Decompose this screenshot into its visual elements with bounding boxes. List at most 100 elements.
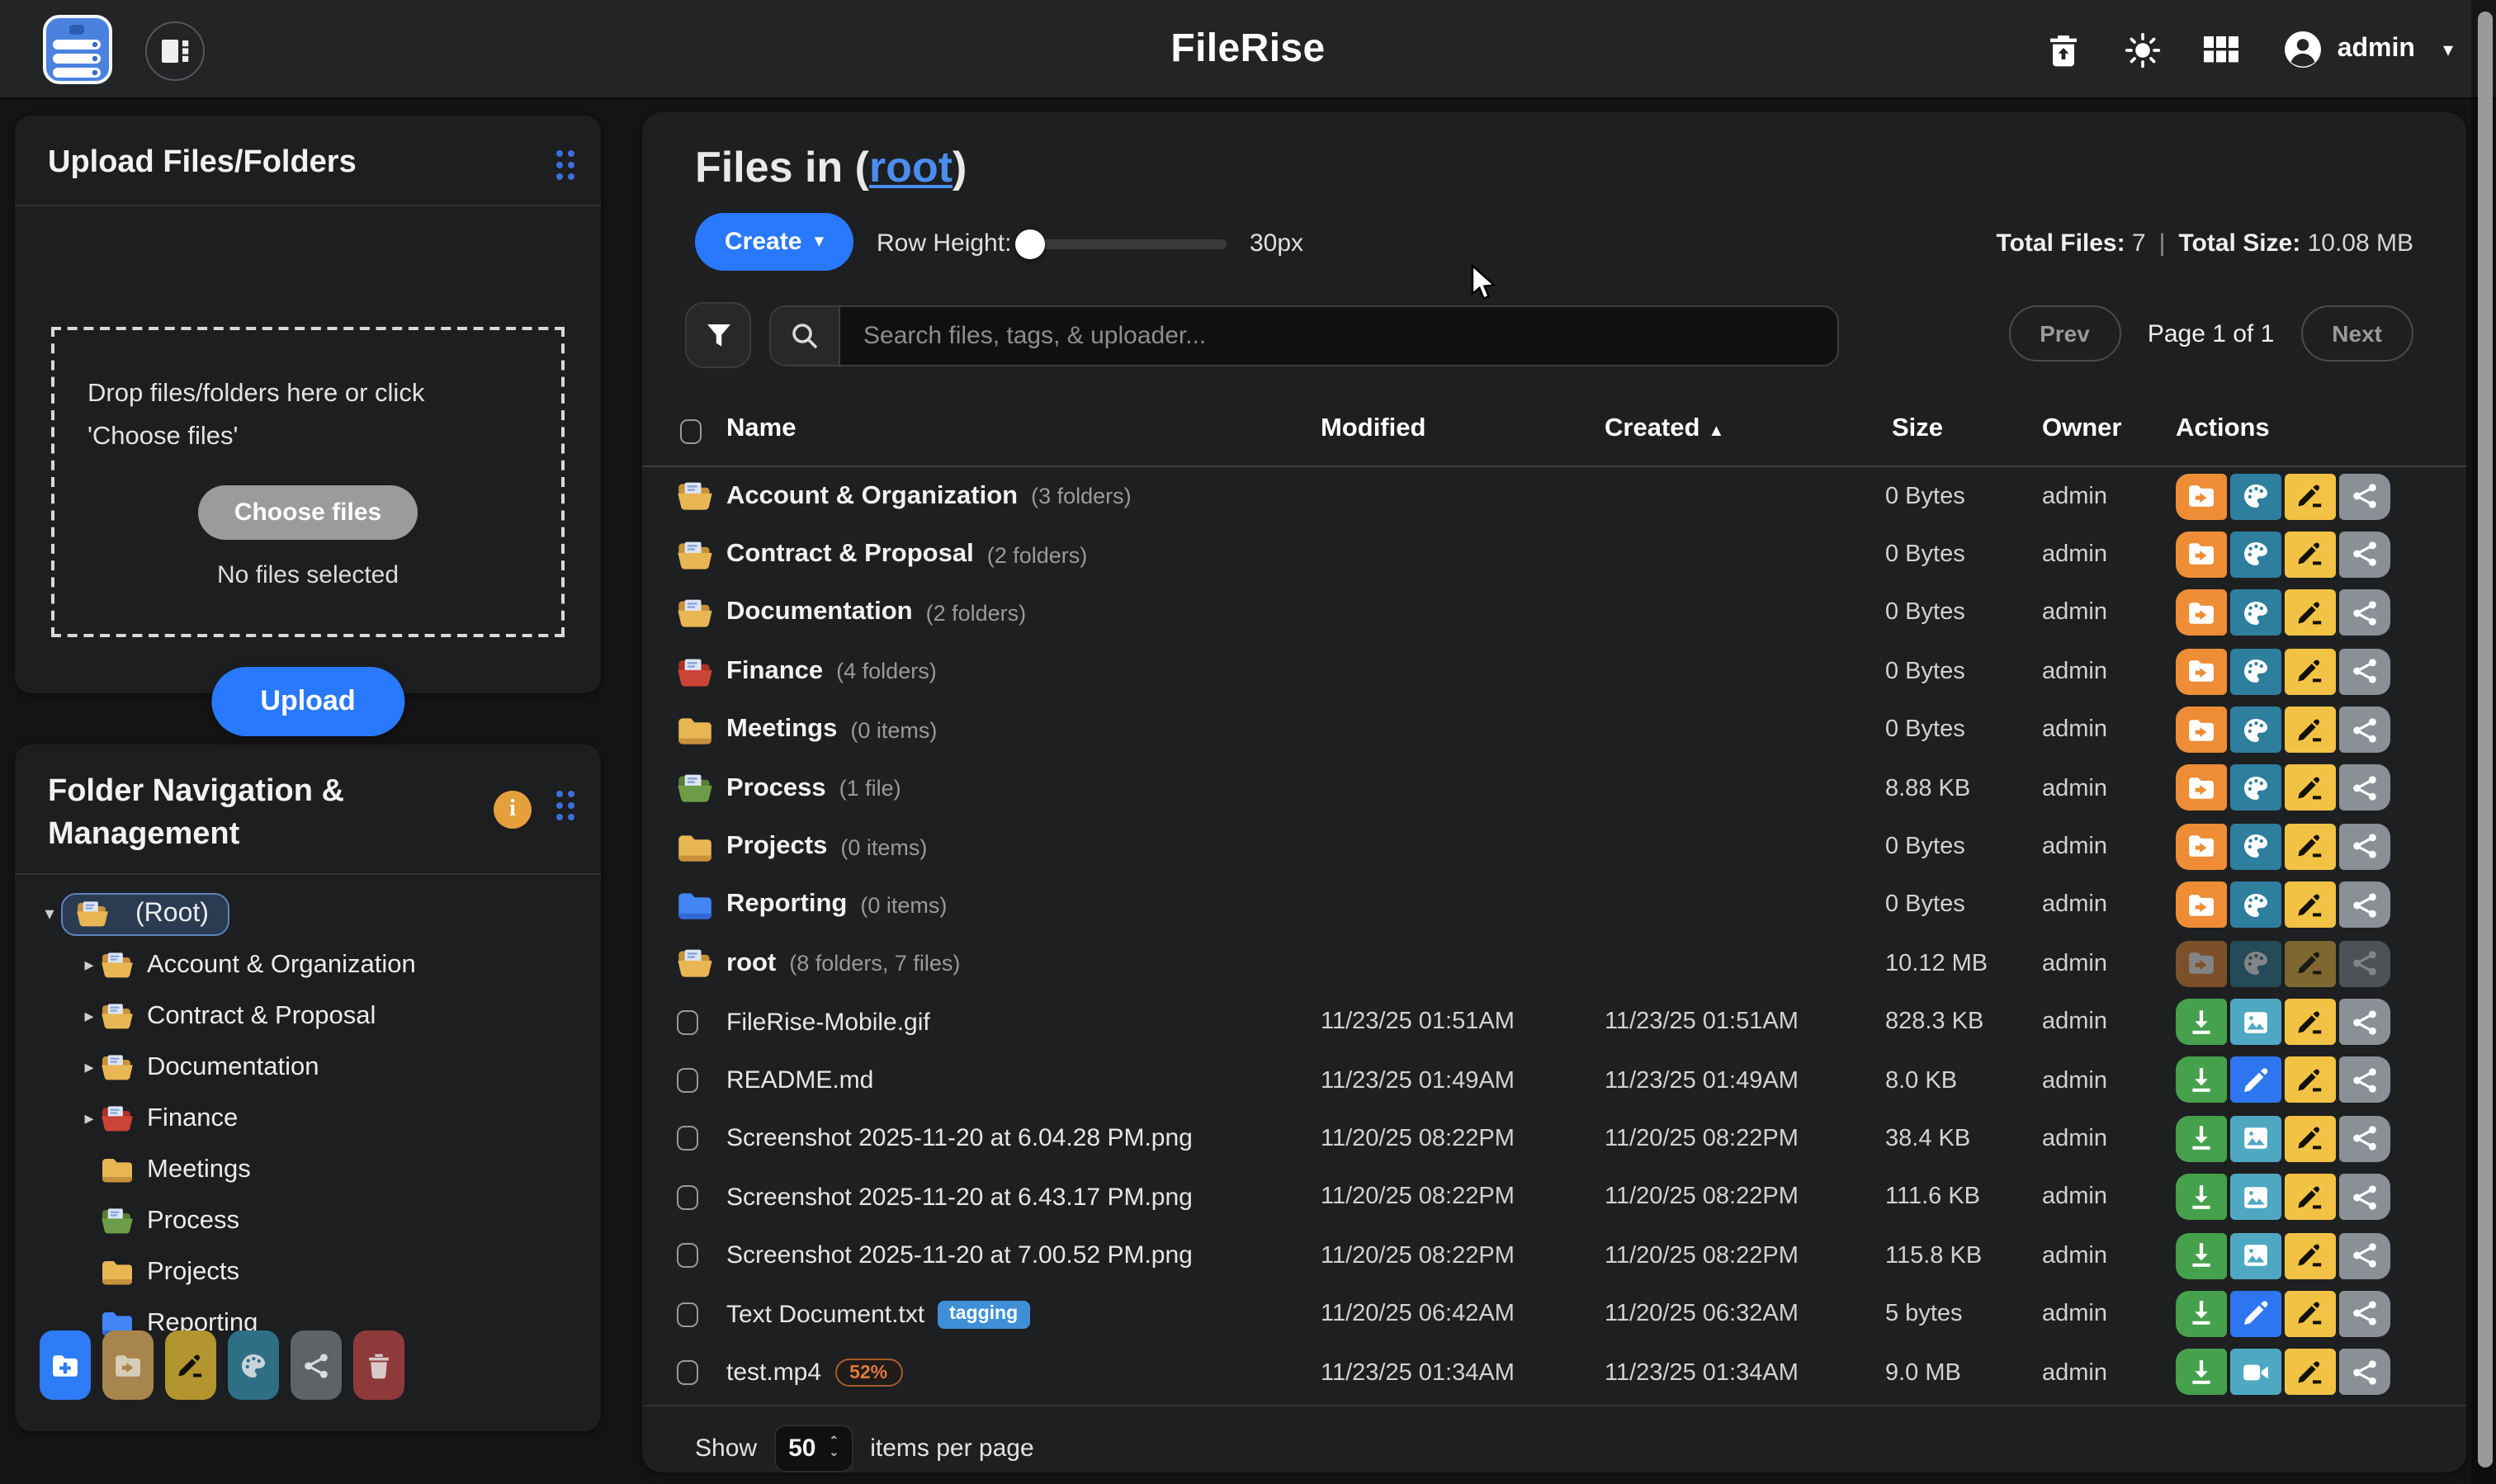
file-name[interactable]: Projects — [726, 832, 827, 862]
share-button[interactable] — [2339, 473, 2390, 519]
info-icon[interactable]: i — [494, 791, 532, 829]
share-button[interactable] — [2339, 1057, 2390, 1104]
rename-button[interactable] — [2285, 1291, 2336, 1337]
share-button[interactable] — [2339, 765, 2390, 811]
rename-button[interactable] — [2285, 824, 2336, 870]
download-button[interactable] — [2176, 999, 2227, 1045]
folder-move-button[interactable] — [2176, 707, 2227, 753]
row-checkbox[interactable] — [677, 1009, 698, 1034]
share-button[interactable] — [2339, 1116, 2390, 1162]
file-name[interactable]: FileRise-Mobile.gif — [726, 1008, 930, 1036]
row-checkbox[interactable] — [677, 1302, 698, 1326]
tree-item-contract-proposal[interactable]: ▸Contract & Proposal — [38, 990, 584, 1042]
column-header-owner[interactable]: Owner — [2042, 414, 2121, 444]
image-button[interactable] — [2230, 1232, 2281, 1278]
row-checkbox[interactable] — [677, 1360, 698, 1385]
caret-right-icon[interactable]: ▸ — [78, 1108, 101, 1129]
folder-move-button[interactable] — [2176, 940, 2227, 986]
rename-button[interactable] — [2285, 473, 2336, 519]
share-button[interactable] — [2339, 940, 2390, 986]
share-button[interactable] — [2339, 999, 2390, 1045]
rename-button[interactable] — [2285, 1116, 2336, 1162]
caret-down-icon[interactable]: ▾ — [38, 903, 61, 924]
filter-button[interactable] — [685, 302, 751, 368]
rename-button[interactable] — [2285, 765, 2336, 811]
share-button[interactable] — [2339, 881, 2390, 928]
file-name[interactable]: Finance — [726, 657, 823, 687]
tree-item-documentation[interactable]: ▸Documentation — [38, 1042, 584, 1093]
table-row[interactable]: Projects(0 items) 0 Bytes admin — [642, 818, 2466, 877]
table-row[interactable]: Screenshot 2025-11-20 at 7.00.52 PM.png … — [642, 1226, 2466, 1285]
download-button[interactable] — [2176, 1232, 2227, 1278]
upload-button[interactable]: Upload — [210, 667, 404, 736]
column-header-size[interactable]: Size — [1892, 414, 1943, 444]
rename-button[interactable] — [2285, 1232, 2336, 1278]
scrollbar-thumb[interactable] — [2478, 12, 2493, 1467]
folder-move-button[interactable] — [2176, 881, 2227, 928]
row-checkbox[interactable] — [677, 1127, 698, 1151]
share-button[interactable] — [2339, 1291, 2390, 1337]
rename-button[interactable] — [2285, 707, 2336, 753]
tree-item-account-organization[interactable]: ▸Account & Organization — [38, 939, 584, 990]
column-header-name[interactable]: Name — [726, 414, 796, 444]
color-folder-button[interactable] — [228, 1330, 279, 1400]
table-row[interactable]: root(8 folders, 7 files) 10.12 MB admin — [642, 934, 2466, 993]
tree-item-process[interactable]: Process — [38, 1195, 584, 1246]
table-row[interactable]: README.md 11/23/25 01:49AM 11/23/25 01:4… — [642, 1052, 2466, 1110]
row-checkbox[interactable] — [677, 1068, 698, 1093]
search-input[interactable] — [840, 307, 1837, 365]
tree-item-meetings[interactable]: Meetings — [38, 1144, 584, 1195]
palette-button[interactable] — [2230, 765, 2281, 811]
table-row[interactable]: Contract & Proposal(2 folders) 0 Bytes a… — [642, 526, 2466, 584]
palette-button[interactable] — [2230, 881, 2281, 928]
table-row[interactable]: Reporting(0 items) 0 Bytes admin — [642, 876, 2466, 934]
prev-page-button[interactable]: Prev — [2008, 305, 2121, 362]
rename-button[interactable] — [2285, 1174, 2336, 1220]
rename-button[interactable] — [2285, 1057, 2336, 1104]
file-name[interactable]: Meetings — [726, 716, 837, 745]
download-button[interactable] — [2176, 1349, 2227, 1396]
file-name[interactable]: Screenshot 2025-11-20 at 7.00.52 PM.png — [726, 1242, 1193, 1270]
edit-button[interactable] — [2230, 1057, 2281, 1104]
move-folder-button[interactable] — [102, 1330, 154, 1400]
share-folder-button[interactable] — [291, 1330, 342, 1400]
column-header-modified[interactable]: Modified — [1321, 414, 1425, 444]
palette-button[interactable] — [2230, 473, 2281, 519]
folder-move-button[interactable] — [2176, 473, 2227, 519]
palette-button[interactable] — [2230, 590, 2281, 636]
delete-folder-button[interactable] — [353, 1330, 404, 1400]
slider-thumb[interactable] — [1015, 229, 1045, 259]
rename-folder-button[interactable] — [165, 1330, 216, 1400]
tree-item-projects[interactable]: Projects — [38, 1246, 584, 1297]
create-button[interactable]: Create ▾ — [695, 213, 853, 271]
image-button[interactable] — [2230, 999, 2281, 1045]
file-name[interactable]: Screenshot 2025-11-20 at 6.04.28 PM.png — [726, 1125, 1193, 1153]
folder-move-button[interactable] — [2176, 648, 2227, 694]
share-button[interactable] — [2339, 1174, 2390, 1220]
image-button[interactable] — [2230, 1174, 2281, 1220]
rename-button[interactable] — [2285, 590, 2336, 636]
user-menu[interactable]: admin ▾ — [2283, 30, 2453, 69]
row-height-slider[interactable] — [1019, 239, 1227, 249]
download-button[interactable] — [2176, 1057, 2227, 1104]
share-button[interactable] — [2339, 1232, 2390, 1278]
file-name[interactable]: Documentation — [726, 598, 913, 628]
table-row[interactable]: Screenshot 2025-11-20 at 6.43.17 PM.png … — [642, 1168, 2466, 1226]
create-folder-button[interactable] — [40, 1330, 91, 1400]
file-name[interactable]: README.md — [726, 1066, 873, 1094]
row-checkbox[interactable] — [677, 1244, 698, 1269]
rename-button[interactable] — [2285, 940, 2336, 986]
share-button[interactable] — [2339, 590, 2390, 636]
file-name[interactable]: Contract & Proposal — [726, 540, 974, 569]
table-row[interactable]: Screenshot 2025-11-20 at 6.04.28 PM.png … — [642, 1110, 2466, 1169]
palette-button[interactable] — [2230, 940, 2281, 986]
share-button[interactable] — [2339, 824, 2390, 870]
file-name[interactable]: Process — [726, 773, 826, 803]
palette-button[interactable] — [2230, 707, 2281, 753]
folder-move-button[interactable] — [2176, 824, 2227, 870]
caret-right-icon[interactable]: ▸ — [78, 954, 101, 976]
file-name[interactable]: Text Document.txt — [726, 1300, 924, 1328]
rename-button[interactable] — [2285, 532, 2336, 578]
download-button[interactable] — [2176, 1116, 2227, 1162]
file-name[interactable]: test.mp4 — [726, 1359, 821, 1387]
